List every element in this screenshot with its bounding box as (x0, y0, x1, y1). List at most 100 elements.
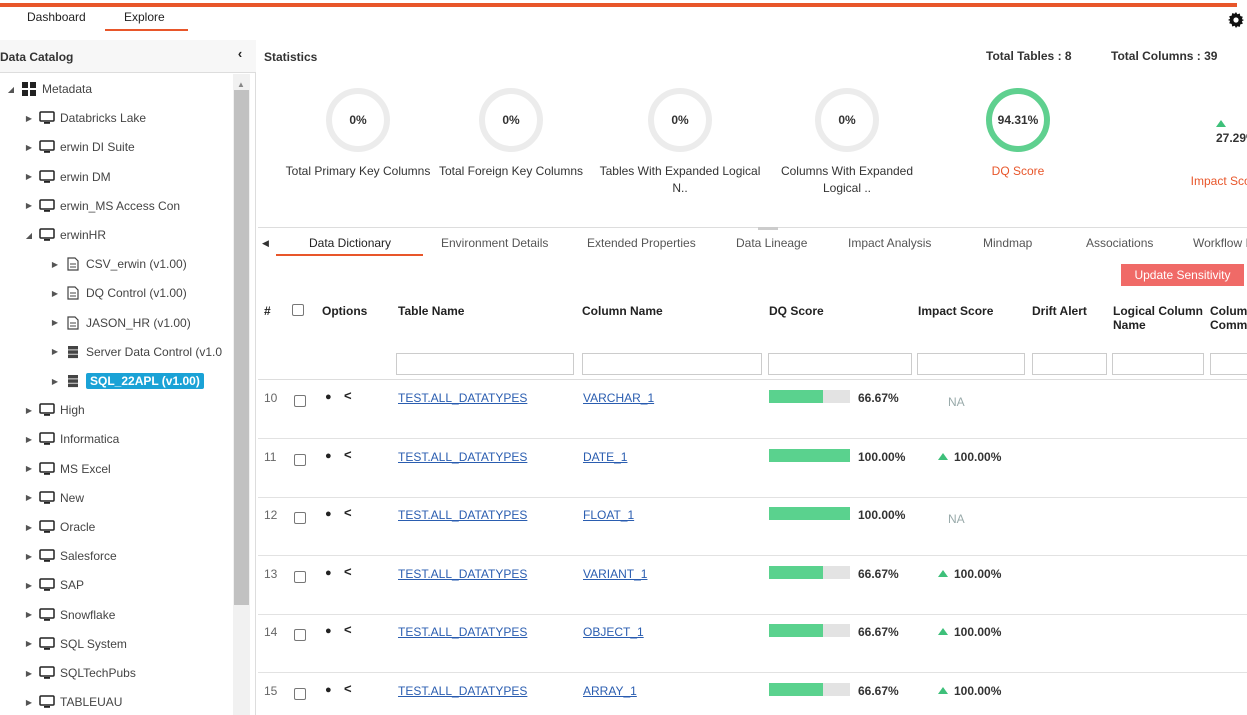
pin-icon[interactable]: ● (325, 684, 332, 696)
tree-item[interactable]: ▶ erwin_MS Access Con (22, 196, 180, 216)
row-checkbox[interactable] (294, 570, 306, 583)
tree-scrollbar-thumb[interactable] (234, 90, 249, 605)
col-header-column-name[interactable]: Column Name (582, 304, 663, 318)
filter-logical-column-name[interactable] (1112, 353, 1204, 375)
filter-dq-score[interactable] (768, 353, 912, 375)
tree-item[interactable]: ▶ erwin DM (22, 167, 111, 187)
gear-icon[interactable] (1228, 12, 1244, 28)
collapse-arrow-icon[interactable]: ◢ (22, 231, 36, 240)
column-name-link[interactable]: VARCHAR_1 (583, 391, 654, 405)
col-header-dq-score[interactable]: DQ Score (769, 304, 824, 318)
table-row[interactable]: 13 ● < TEST.ALL_DATATYPES VARIANT_1 66.67% 100… (258, 557, 1247, 615)
col-header-column-comment[interactable]: Colum Comm (1210, 304, 1247, 332)
row-checkbox[interactable] (294, 453, 306, 466)
table-row[interactable]: 12 ● < TEST.ALL_DATATYPES FLOAT_1 100.00% NA (258, 498, 1247, 556)
table-name-link[interactable]: TEST.ALL_DATATYPES (398, 625, 527, 639)
column-name-link[interactable]: OBJECT_1 (583, 625, 644, 639)
col-header-drift-alert[interactable]: Drift Alert (1032, 304, 1087, 318)
expand-arrow-icon[interactable]: ▶ (22, 435, 36, 444)
tab-mindmap[interactable]: Mindmap (983, 236, 1032, 250)
expand-arrow-icon[interactable]: ▶ (22, 639, 36, 648)
table-row[interactable]: 10 ● < TEST.ALL_DATATYPES VARCHAR_1 66.67% NA (258, 381, 1247, 439)
expand-arrow-icon[interactable]: ▶ (22, 172, 36, 181)
table-row[interactable]: 15 ● < TEST.ALL_DATATYPES ARRAY_1 66.67% 100.0… (258, 674, 1247, 715)
tree-item[interactable]: ▶ erwin DI Suite (22, 137, 135, 157)
column-name-link[interactable]: VARIANT_1 (583, 567, 647, 581)
stat-card-expanded-tables[interactable]: 0% Tables With Expanded Logical N.. (596, 88, 764, 197)
tree-item[interactable]: ▶ SAP (22, 575, 84, 595)
tree-item[interactable]: ▶ DQ Control (v1.00) (48, 283, 187, 303)
table-row[interactable]: 14 ● < TEST.ALL_DATATYPES OBJECT_1 66.67% 100.… (258, 615, 1247, 673)
expand-arrow-icon[interactable]: ▶ (22, 114, 36, 123)
stat-card-expanded-columns[interactable]: 0% Columns With Expanded Logical .. (772, 88, 922, 197)
scroll-up-arrow-icon[interactable]: ▲ (237, 80, 245, 89)
tab-associations[interactable]: Associations (1086, 236, 1153, 250)
tab-data-lineage[interactable]: Data Lineage (736, 236, 807, 250)
stat-card-dq-score[interactable]: 94.31% DQ Score (958, 88, 1078, 180)
tree-item[interactable]: ▶ SQL System (22, 634, 127, 654)
expand-arrow-icon[interactable]: ▶ (48, 377, 62, 386)
tab-workflow[interactable]: Workflow I (1193, 236, 1247, 250)
col-header-table-name[interactable]: Table Name (398, 304, 464, 318)
stat-card-primary-key[interactable]: 0% Total Primary Key Columns (272, 88, 444, 180)
update-sensitivity-button[interactable]: Update Sensitivity (1121, 264, 1244, 286)
expand-arrow-icon[interactable]: ▶ (48, 347, 62, 356)
pin-icon[interactable]: ● (325, 625, 332, 637)
expand-arrow-icon[interactable]: ▶ (22, 552, 36, 561)
tab-data-dictionary[interactable]: Data Dictionary (309, 236, 391, 250)
tree-item[interactable]: ◢ Metadata (4, 79, 92, 99)
table-row[interactable]: 11 ● < TEST.ALL_DATATYPES DATE_1 100.00% 100.0… (258, 440, 1247, 498)
nav-tab-explore[interactable]: Explore (124, 10, 165, 24)
pin-icon[interactable]: ● (325, 450, 332, 462)
stat-card-foreign-key[interactable]: 0% Total Foreign Key Columns (436, 88, 586, 180)
tree-item[interactable]: ▶ SQLTechPubs (22, 663, 136, 683)
expand-arrow-icon[interactable]: ▶ (22, 610, 36, 619)
tree-item[interactable]: ▶ High (22, 400, 85, 420)
tree-item[interactable]: ▶ Databricks Lake (22, 108, 146, 128)
expand-arrow-icon[interactable]: ▶ (22, 143, 36, 152)
pin-icon[interactable]: ● (325, 567, 332, 579)
pin-icon[interactable]: ● (325, 391, 332, 403)
expand-arrow-icon[interactable]: ▶ (48, 260, 62, 269)
expand-arrow-icon[interactable]: ▶ (48, 318, 62, 327)
filter-drift-alert[interactable] (1032, 353, 1107, 375)
nav-tab-dashboard[interactable]: Dashboard (27, 10, 86, 24)
col-header-impact-score[interactable]: Impact Score (918, 304, 993, 318)
share-icon[interactable]: < (344, 681, 352, 696)
filter-impact-score[interactable] (917, 353, 1025, 375)
filter-column-name[interactable] (582, 353, 762, 375)
filter-column-comment[interactable] (1210, 353, 1247, 375)
expand-arrow-icon[interactable]: ▶ (22, 493, 36, 502)
tab-environment-details[interactable]: Environment Details (441, 236, 548, 250)
share-icon[interactable]: < (344, 447, 352, 462)
table-name-link[interactable]: TEST.ALL_DATATYPES (398, 508, 527, 522)
tab-impact-analysis[interactable]: Impact Analysis (848, 236, 931, 250)
select-all-checkbox[interactable] (292, 304, 304, 316)
row-checkbox[interactable] (294, 629, 306, 641)
tree-item[interactable]: ▶ New (22, 488, 84, 508)
share-icon[interactable]: < (344, 564, 352, 579)
filter-table-name[interactable] (396, 353, 574, 375)
expand-arrow-icon[interactable]: ▶ (22, 581, 36, 590)
tab-extended-properties[interactable]: Extended Properties (587, 236, 696, 250)
tree-item[interactable]: ▶ TABLEUAU (22, 692, 123, 712)
row-checkbox[interactable] (294, 395, 306, 407)
column-name-link[interactable]: DATE_1 (583, 450, 627, 464)
expand-arrow-icon[interactable]: ▶ (22, 698, 36, 707)
tree-item[interactable]: ◢ erwinHR (22, 225, 106, 245)
tree-item[interactable]: ▶ SQL_22APL (v1.00) (48, 371, 204, 391)
resize-handle[interactable] (758, 227, 778, 230)
tree-item[interactable]: ▶ JASON_HR (v1.00) (48, 313, 191, 333)
share-icon[interactable]: < (344, 505, 352, 520)
pin-icon[interactable]: ● (325, 508, 332, 520)
expand-arrow-icon[interactable]: ▶ (22, 201, 36, 210)
table-name-link[interactable]: TEST.ALL_DATATYPES (398, 391, 527, 405)
share-icon[interactable]: < (344, 622, 352, 637)
tab-scroll-left-icon[interactable]: ◀ (262, 238, 269, 249)
col-header-logical-column-name[interactable]: Logical Column Name (1113, 304, 1203, 332)
table-name-link[interactable]: TEST.ALL_DATATYPES (398, 567, 527, 581)
tree-item[interactable]: ▶ Informatica (22, 429, 119, 449)
share-icon[interactable]: < (344, 388, 352, 403)
expand-arrow-icon[interactable]: ▶ (22, 669, 36, 678)
row-checkbox[interactable] (294, 512, 306, 524)
